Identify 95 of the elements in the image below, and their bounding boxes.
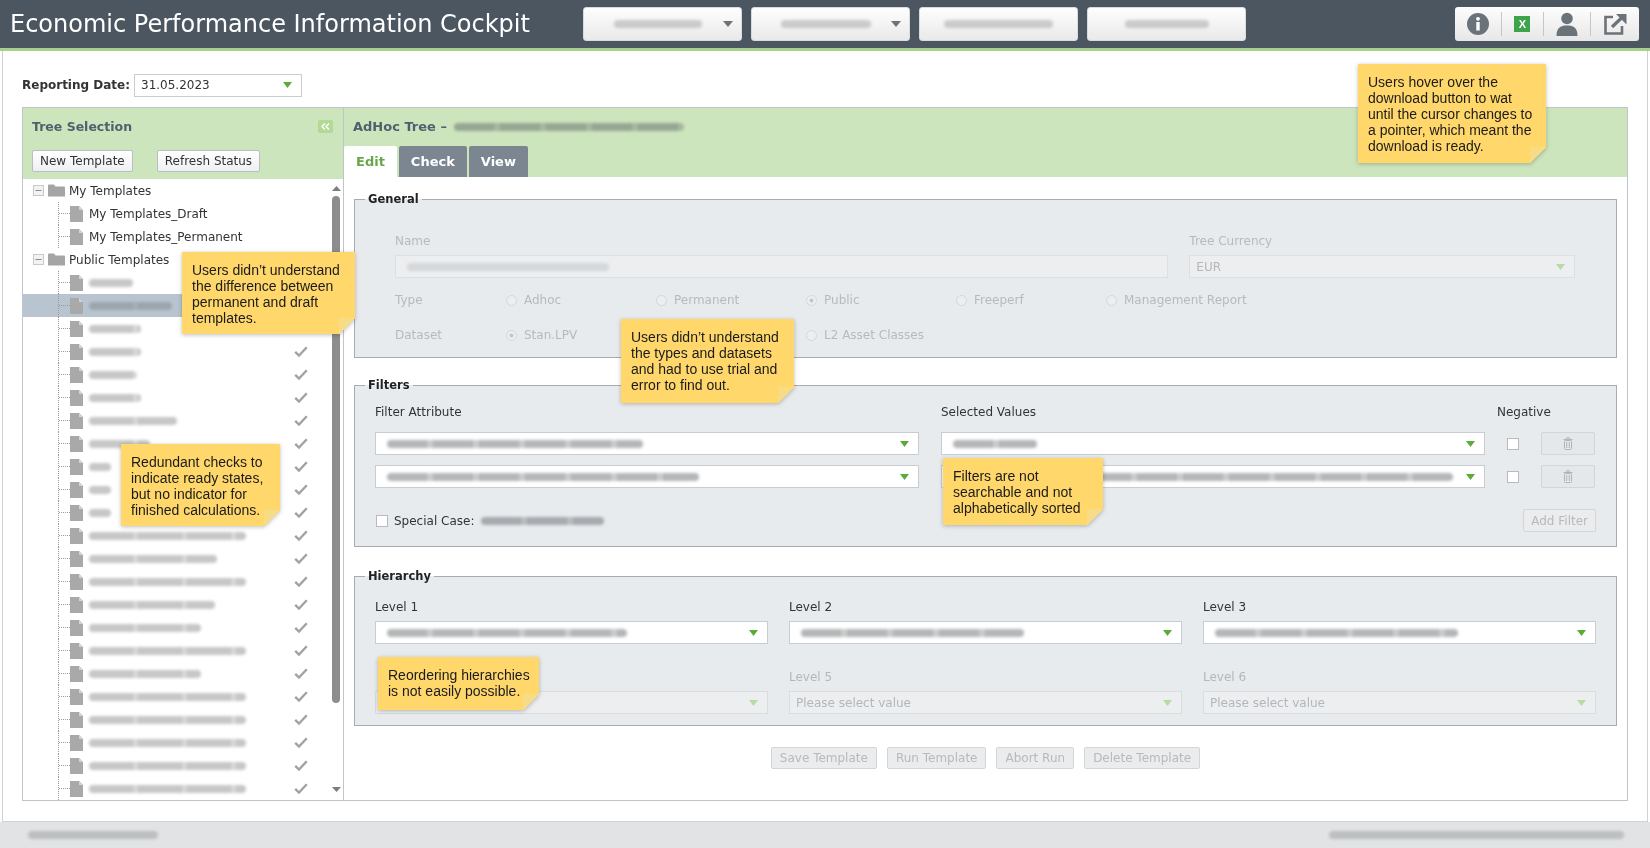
collapse-icon[interactable] [33,185,44,196]
file-icon [70,527,83,544]
nav-button[interactable] [751,7,910,41]
attribute-select[interactable] [375,432,919,455]
field-label: Reporting Date: [22,78,132,92]
file-icon [70,343,83,360]
tab[interactable]: Edit [344,146,397,177]
negative-checkbox[interactable] [1507,470,1519,483]
collapse-icon[interactable] [33,254,44,265]
folder-icon [48,184,65,197]
nav-button[interactable] [919,7,1078,41]
tree-item[interactable]: Public Templates [23,248,172,271]
file-icon [70,228,83,245]
folder-icon [48,253,65,266]
file-icon [70,389,83,406]
caret-icon [1556,263,1565,270]
annotation-tooltip: Reordering hierarchies is not easily possible. [378,657,539,710]
tab[interactable]: View [468,146,528,177]
file-icon [70,596,83,613]
file-icon [70,412,83,429]
annotation-tooltip: Redundant checks to indicate ready states, but no indicator for finished calculations. [121,444,280,526]
caret-icon [900,473,909,480]
file-icon [70,274,83,291]
app-title: Economic Performance Information Cockpit [10,10,531,38]
external-link-icon[interactable] [1602,13,1627,35]
file-icon [70,757,83,774]
caret-icon [900,440,909,447]
field-label: Level 2 [789,600,833,614]
caret-icon [1466,473,1475,480]
file-icon [70,573,83,590]
checkbox[interactable] [376,514,388,527]
panel-button[interactable]: New Template [32,150,133,172]
section-title: Hierarchy [367,569,432,583]
user-icon[interactable] [1555,12,1578,36]
info-icon[interactable] [1467,13,1490,35]
caret-icon [1466,440,1475,447]
file-icon [70,642,83,659]
tree-item[interactable]: My Templates_Permanent [23,225,329,248]
tree-item[interactable]: My Templates_Draft [23,202,329,225]
attribute-select[interactable] [375,465,919,488]
caret-icon [891,21,901,27]
nav-button[interactable] [1087,7,1246,41]
file-icon [70,366,83,383]
file-icon [70,550,83,567]
date-select[interactable]: 31.05.2023 [134,73,302,97]
column-header: Filter Attribute [375,405,463,419]
field-label: Level 1 [375,600,419,614]
file-icon [70,734,83,751]
file-icon [70,297,83,314]
column-header: Negative [1497,405,1551,419]
file-icon [70,688,83,705]
panel-button[interactable]: Refresh Status [156,150,261,172]
delete-button[interactable] [1541,465,1595,488]
file-icon [70,504,83,521]
caret-icon [1577,699,1586,706]
panel-title: Tree Selection [32,118,133,134]
file-icon [70,711,83,728]
tree-item[interactable]: My Templates [23,179,154,202]
caret-icon [1577,629,1586,636]
section-title: General [367,192,420,206]
annotation-tooltip: Filters are not searchable and not alphabetically sorted [943,458,1103,525]
spreadsheet-icon[interactable]: X [1514,16,1531,32]
caret-icon [283,82,292,88]
trash-icon [1563,437,1573,450]
column-header: Selected Values [941,405,1038,419]
caret-icon [1163,629,1172,636]
scroll-up-icon[interactable] [331,186,341,191]
file-icon [70,780,83,797]
file-icon [70,481,83,498]
file-icon [70,665,83,682]
tab[interactable]: Check [398,146,467,177]
trash-icon [1563,470,1573,483]
caret-icon [723,21,733,27]
negative-checkbox[interactable] [1507,437,1519,450]
annotation-tooltip: Users didn’t understand the types and datasets and had to use trial and error to find out. [621,319,794,403]
file-icon [70,619,83,636]
scroll-down-icon[interactable] [331,787,341,792]
caret-icon [1163,699,1172,706]
values-select[interactable] [941,432,1485,455]
annotation-tooltip: Users hover over the download button to wat until the cursor changes to a pointer, which meant the download is ready. [1358,64,1546,163]
delete-button[interactable] [1541,432,1595,455]
values-select[interactable] [941,465,1485,488]
panel-title: AdHoc Tree – [353,119,447,134]
field-label: Level 3 [1203,600,1247,614]
collapse-panel-icon[interactable] [318,119,333,133]
annotation-tooltip: Users didn’t understand the difference between permanent and draft templates. [182,252,355,334]
caret-icon [749,699,758,706]
file-icon [70,435,83,452]
section-title: Filters [367,378,411,392]
file-icon [70,205,83,222]
file-icon [70,458,83,475]
file-icon [70,320,83,337]
field-label: Special Case: [394,513,475,528]
nav-button[interactable] [583,7,742,41]
caret-icon [749,629,758,636]
